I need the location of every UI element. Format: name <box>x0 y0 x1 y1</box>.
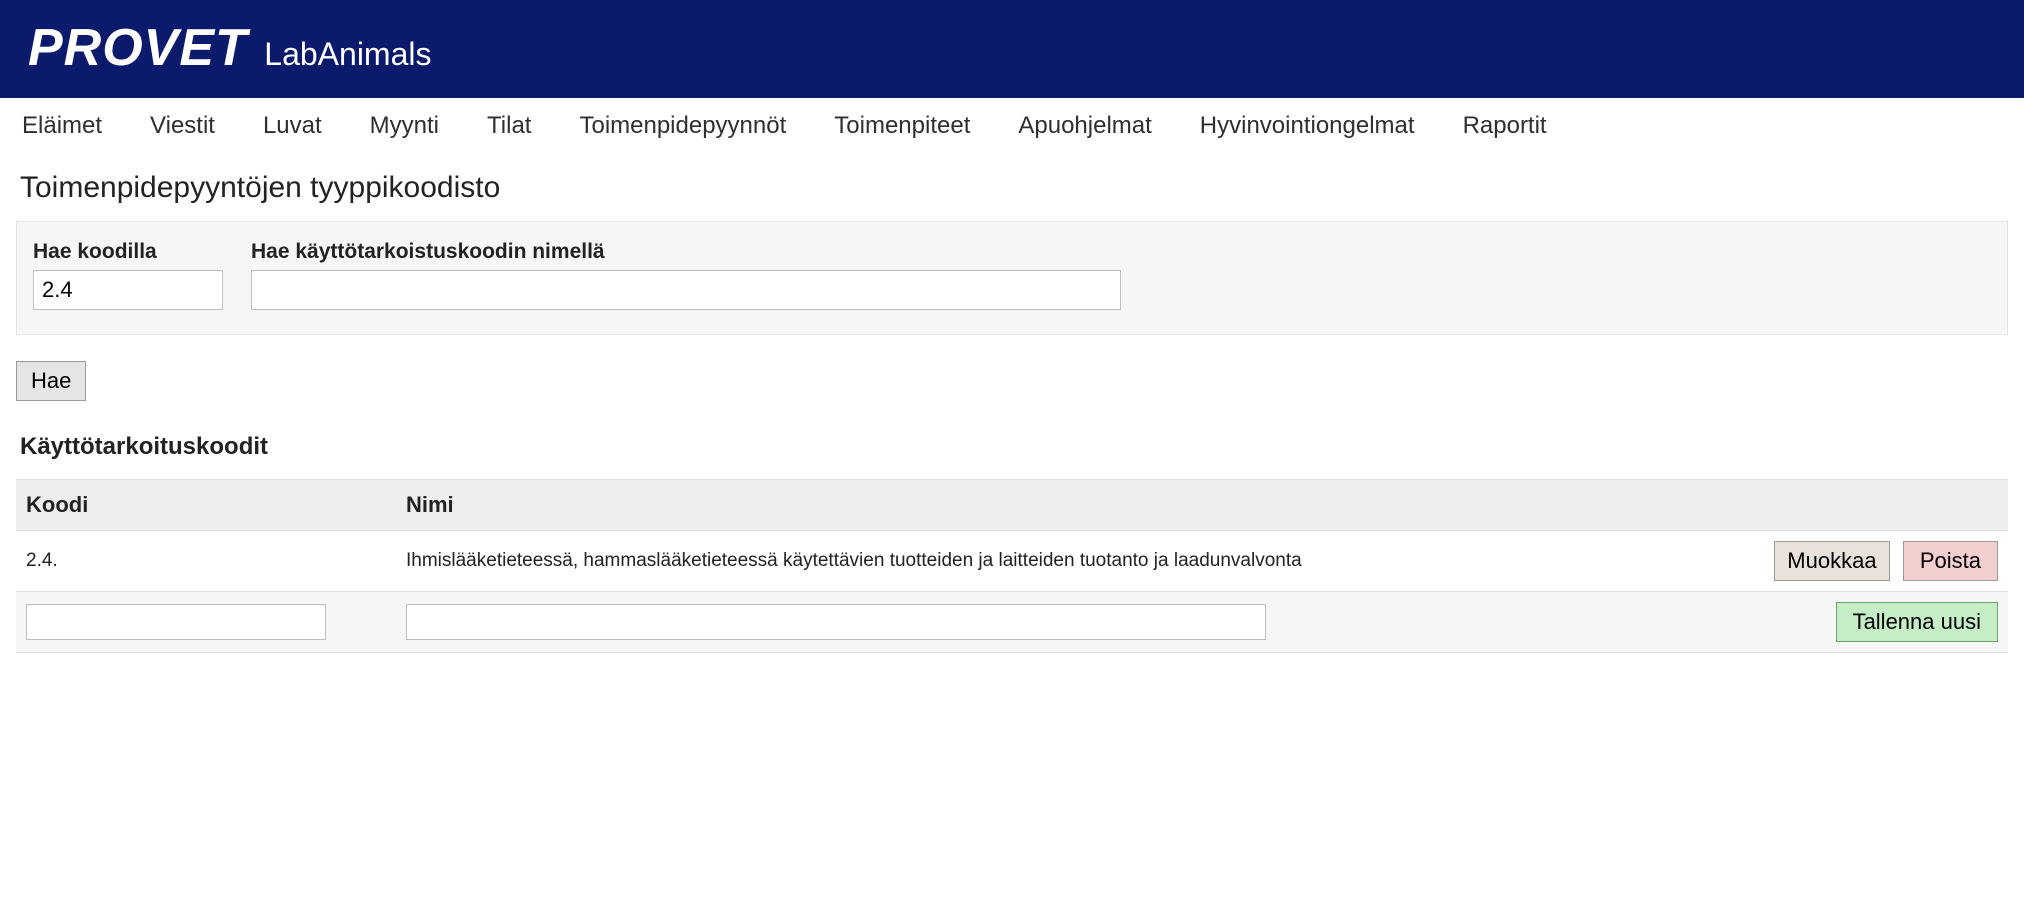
nav-item-viestit[interactable]: Viestit <box>150 112 215 140</box>
nav-item-raportit[interactable]: Raportit <box>1463 112 1547 140</box>
table-row: 2.4. Ihmislääketieteessä, hammaslääketie… <box>16 531 2008 592</box>
search-name-label: Hae käyttötarkoistuskoodin nimellä <box>251 240 1121 264</box>
col-header-actions <box>1698 480 2008 531</box>
cell-nimi: Ihmislääketieteessä, hammaslääketieteess… <box>396 531 1698 592</box>
save-new-button[interactable]: Tallenna uusi <box>1836 602 1998 642</box>
results-table-head: Koodi Nimi <box>16 480 2008 531</box>
nav-item-toimenpiteet[interactable]: Toimenpiteet <box>834 112 970 140</box>
new-row-koodi-cell <box>16 592 396 653</box>
search-code-block: Hae koodilla <box>33 240 223 310</box>
nav-item-tilat[interactable]: Tilat <box>487 112 531 140</box>
nav-item-hyvinvointiongelmat[interactable]: Hyvinvointiongelmat <box>1200 112 1415 140</box>
cell-actions: Muokkaa Poista <box>1698 531 2008 592</box>
results-table-body: 2.4. Ihmislääketieteessä, hammaslääketie… <box>16 531 2008 653</box>
nav-item-elaimet[interactable]: Eläimet <box>22 112 102 140</box>
search-name-block: Hae käyttötarkoistuskoodin nimellä <box>251 240 1121 310</box>
brand-main: PROVET <box>28 18 248 78</box>
nav-item-apuohjelmat[interactable]: Apuohjelmat <box>1018 112 1151 140</box>
header-bar: PROVET LabAnimals <box>0 0 2024 98</box>
search-row: Hae koodilla Hae käyttötarkoistuskoodin … <box>33 240 1991 310</box>
cell-koodi: 2.4. <box>16 531 396 592</box>
nav-item-toimenpidepyynnot[interactable]: Toimenpidepyynnöt <box>579 112 786 140</box>
search-button[interactable]: Hae <box>16 361 86 401</box>
new-row-koodi-input[interactable] <box>26 604 326 640</box>
nav-item-myynti[interactable]: Myynti <box>370 112 439 140</box>
search-name-input[interactable] <box>251 270 1121 310</box>
search-actions: Hae <box>16 361 2008 401</box>
app-root: PROVET LabAnimals Eläimet Viestit Luvat … <box>0 0 2024 693</box>
delete-button[interactable]: Poista <box>1903 541 1998 581</box>
new-row-nimi-cell <box>396 592 1698 653</box>
main-nav: Eläimet Viestit Luvat Myynti Tilat Toime… <box>0 98 2024 155</box>
brand-sub: LabAnimals <box>264 36 431 73</box>
content-area: Toimenpidepyyntöjen tyyppikoodisto Hae k… <box>0 155 2024 693</box>
col-header-koodi: Koodi <box>16 480 396 531</box>
page-title: Toimenpidepyyntöjen tyyppikoodisto <box>20 171 2008 205</box>
results-table: Koodi Nimi 2.4. Ihmislääketieteessä, ham… <box>16 479 2008 653</box>
nav-item-luvat[interactable]: Luvat <box>263 112 322 140</box>
results-section-title: Käyttötarkoituskoodit <box>20 433 2008 461</box>
table-new-row: Tallenna uusi <box>16 592 2008 653</box>
edit-button[interactable]: Muokkaa <box>1774 541 1889 581</box>
search-panel: Hae koodilla Hae käyttötarkoistuskoodin … <box>16 221 2008 335</box>
new-row-nimi-input[interactable] <box>406 604 1266 640</box>
new-row-actions: Tallenna uusi <box>1698 592 2008 653</box>
col-header-nimi: Nimi <box>396 480 1698 531</box>
search-code-input[interactable] <box>33 270 223 310</box>
search-code-label: Hae koodilla <box>33 240 223 264</box>
